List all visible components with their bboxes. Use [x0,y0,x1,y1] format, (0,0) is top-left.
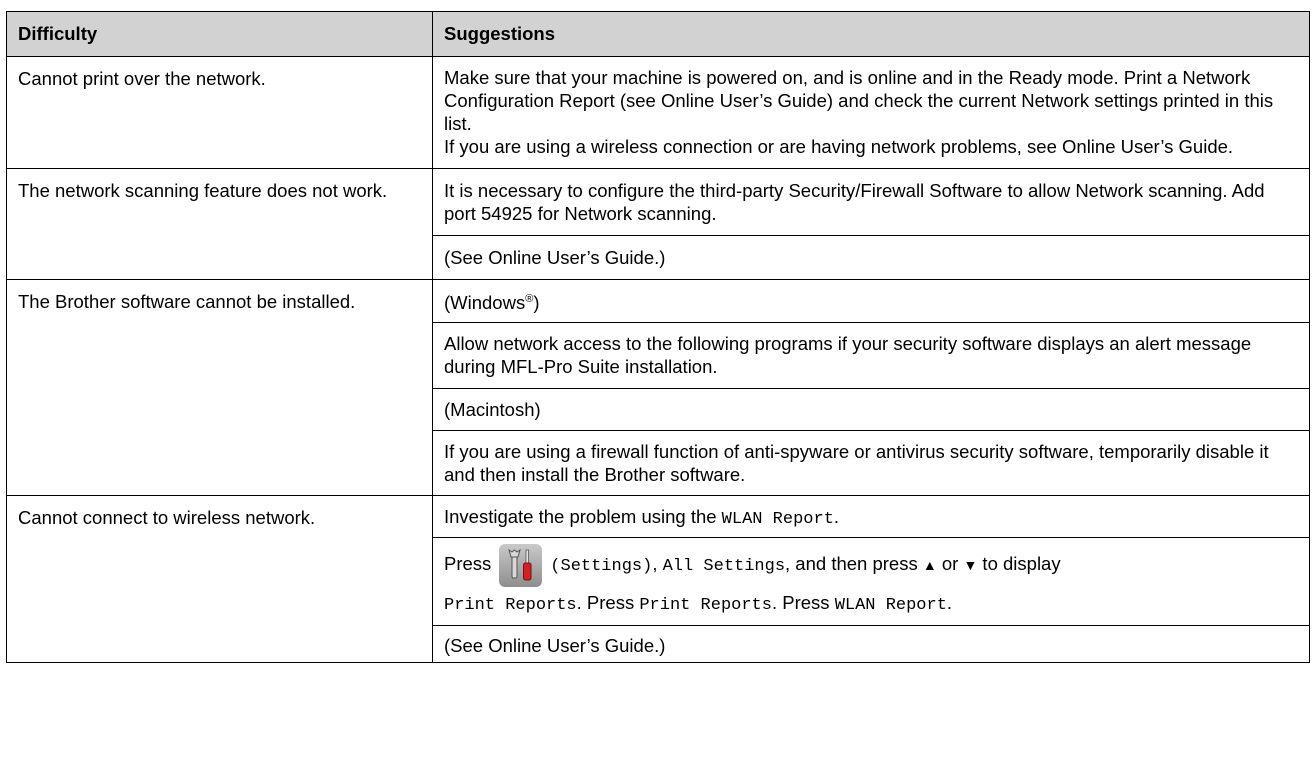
text-span: Press [444,553,492,574]
table-row: Cannot connect to wireless network. Inve… [6,495,1310,663]
text-span: . [833,506,840,527]
header-row: Difficulty Suggestions [6,11,1310,57]
table-row: The Brother software cannot be installed… [6,279,1310,496]
print-reports-label: Print Reports [639,596,772,615]
suggestions-cell: Make sure that your machine is powered o… [432,56,1310,169]
text-span: . [946,592,953,613]
difficulty-cell: The Brother software cannot be installed… [6,279,433,496]
text-span: . Press [771,592,835,613]
suggestion-text: If you are using a firewall function of … [433,430,1309,495]
table-row: Cannot print over the network. Make sure… [6,56,1310,169]
suggestions-cell: Investigate the problem using the WLAN R… [432,495,1310,663]
troubleshooting-table: Difficulty Suggestions Cannot print over… [6,11,1310,663]
suggestion-text: Press (Settings), All Settings, and then… [433,537,1309,588]
settings-icon [499,543,543,587]
suggestion-text: Make sure that your machine is powered o… [444,67,1274,134]
up-arrow-icon: ▲ [922,557,937,573]
suggestion-text: (Macintosh) [433,388,1309,430]
text-span: to display [977,553,1061,574]
wlan-report-label: WLAN Report [721,510,834,529]
windows-label-close: ) [533,292,540,313]
text-span: or [936,553,964,574]
print-reports-label: Print Reports [444,596,577,615]
suggestions-cell: It is necessary to configure the third-p… [432,168,1310,280]
text-span: , [652,553,663,574]
suggestion-text: Allow network access to the following pr… [433,322,1309,388]
suggestion-text: If you are using a wireless connection o… [444,136,1234,157]
suggestion-text: Investigate the problem using the WLAN R… [433,496,1309,537]
windows-label: (Windows [444,292,526,313]
difficulty-cell: Cannot print over the network. [6,56,433,169]
settings-label: (Settings) [550,557,653,576]
suggestions-header: Suggestions [432,11,1310,57]
down-arrow-icon: ▼ [963,557,978,573]
difficulty-header: Difficulty [6,11,433,57]
table-row: The network scanning feature does not wo… [6,168,1310,280]
suggestions-cell: (Windows®) Allow network access to the f… [432,279,1310,496]
suggestion-text: Print Reports. Press Print Reports. Pres… [433,588,1309,625]
text-span: Investigate the problem using the [444,506,722,527]
wlan-report-label: WLAN Report [834,596,947,615]
difficulty-cell: Cannot connect to wireless network. [6,495,433,663]
suggestion-text: (Windows®) [433,280,1309,322]
text-span: , and then press [785,553,923,574]
all-settings-label: All Settings [662,557,786,576]
text-span: . Press [576,592,640,613]
suggestion-text: It is necessary to configure the third-p… [444,180,1265,224]
suggestion-text: (See Online User’s Guide.) [433,235,1309,279]
suggestion-text: (See Online User’s Guide.) [433,625,1309,662]
difficulty-cell: The network scanning feature does not wo… [6,168,433,280]
